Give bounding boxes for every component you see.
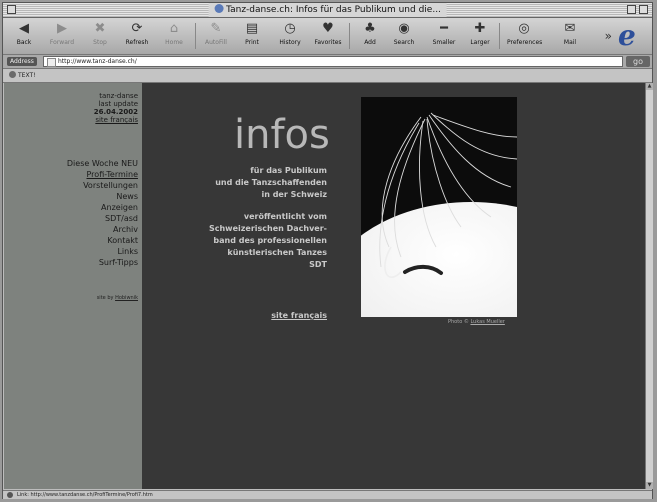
mail-button[interactable]: ✉ Mail [553, 21, 587, 51]
zoom-box[interactable] [627, 5, 636, 14]
subtitle: für das Publikum und die Tanzschaffenden… [215, 166, 327, 199]
chevron-right-icon[interactable]: » [605, 29, 612, 43]
back-arrow-icon: ◀ [19, 21, 29, 36]
address-bar: Address http://www.tanz-danse.ch/ go [3, 55, 652, 69]
preferences-button[interactable]: ◎ Preferences [507, 21, 542, 51]
refresh-icon: ⟳ [131, 21, 143, 36]
ie-logo-icon: e [618, 19, 636, 52]
vertical-scrollbar[interactable]: ▲ ▼ [645, 83, 653, 489]
page-title: infos [234, 112, 330, 158]
forward-button[interactable]: ▶ Forward [45, 21, 79, 51]
french-site-link[interactable]: site français [271, 311, 327, 320]
last-update-label: last update [98, 100, 138, 108]
history-icon: ◷ [284, 21, 296, 36]
nav-item-anzeigen[interactable]: Anzeigen [67, 202, 138, 213]
page-content: tanz-danse last update 26.04.2002 site f… [4, 83, 645, 489]
scroll-down-icon[interactable]: ▼ [646, 482, 653, 489]
nav-item-links[interactable]: Links [67, 246, 138, 257]
back-button[interactable]: ◀ Back [7, 21, 41, 51]
collapse-box[interactable] [639, 5, 648, 14]
nav-item-diese-woche-neu[interactable]: Diese Woche NEU [67, 158, 138, 169]
nav-item-news[interactable]: News [67, 191, 138, 202]
globe-icon [214, 4, 224, 13]
scroll-up-icon[interactable]: ▲ [646, 83, 653, 90]
add-button[interactable]: ♣ Add [353, 21, 387, 51]
last-update-date: 26.04.2002 [93, 108, 138, 116]
status-bar: Link: http://www.tanzdanse.ch/ProfiTermi… [3, 490, 652, 499]
dance-photo [361, 97, 517, 317]
title-bar[interactable]: Tanz-danse.ch: Infos für das Publikum un… [3, 3, 652, 18]
favorites-bar: TEXT! [3, 69, 652, 83]
photo-caption: Photo © Lukas Mueller [448, 319, 505, 325]
browser-window: Tanz-danse.ch: Infos für das Publikum un… [2, 2, 653, 499]
nav-item-surf-tipps[interactable]: Surf-Tipps [67, 257, 138, 268]
favorites-icon: ♥ [322, 21, 334, 36]
sidebar-nav: Diese Woche NEU Profi-Termine Vorstellun… [67, 158, 138, 268]
photo-credit-link[interactable]: Lukas Mueller [470, 319, 504, 325]
home-button[interactable]: ⌂ Home [157, 21, 191, 51]
photo-image [361, 97, 517, 317]
smaller-button[interactable]: ━ Smaller [427, 21, 461, 51]
smaller-icon: ━ [440, 21, 448, 36]
status-text: Link: http://www.tanzdanse.ch/ProfiTermi… [17, 492, 153, 498]
site-name: tanz-danse [99, 92, 138, 100]
status-globe-icon [7, 492, 13, 498]
nav-item-kontakt[interactable]: Kontakt [67, 235, 138, 246]
autofill-button[interactable]: ✎ AutoFill [199, 21, 233, 51]
page-icon [47, 58, 56, 67]
refresh-button[interactable]: ⟳ Refresh [120, 21, 154, 51]
sidebar: tanz-danse last update 26.04.2002 site f… [4, 83, 142, 489]
forward-arrow-icon: ▶ [57, 21, 67, 36]
site-meta: tanz-danse last update 26.04.2002 site f… [94, 92, 138, 124]
go-button[interactable]: go [626, 56, 650, 67]
address-input[interactable]: http://www.tanz-danse.ch/ [43, 56, 623, 67]
search-button[interactable]: ◉ Search [387, 21, 421, 51]
credit-link[interactable]: Hobiwnik [115, 295, 138, 301]
print-button[interactable]: ▤ Print [235, 21, 269, 51]
favorite-item[interactable]: TEXT! [9, 71, 36, 80]
nav-item-sdt-asd[interactable]: SDT/asd [67, 213, 138, 224]
stop-button[interactable]: ✖ Stop [83, 21, 117, 51]
toolbar-separator [349, 23, 350, 49]
lang-link[interactable]: site français [94, 116, 138, 124]
larger-icon: ✚ [474, 21, 486, 36]
autofill-icon: ✎ [210, 21, 222, 36]
add-icon: ♣ [364, 21, 376, 36]
preferences-icon: ◎ [518, 21, 530, 36]
address-label: Address [7, 57, 37, 66]
favorites-button[interactable]: ♥ Favorites [311, 21, 345, 51]
mail-icon: ✉ [564, 21, 576, 36]
nav-item-vorstellungen[interactable]: Vorstellungen [67, 180, 138, 191]
globe-icon [9, 71, 16, 78]
toolbar: ◀ Back ▶ Forward ✖ Stop ⟳ Refresh ⌂ Home… [3, 18, 652, 55]
nav-item-profi-termine[interactable]: Profi-Termine [67, 169, 139, 180]
close-box[interactable] [7, 5, 16, 14]
stop-icon: ✖ [94, 21, 106, 36]
search-icon: ◉ [398, 21, 410, 36]
publisher-info: veröffentlicht vom Schweizerischen Dachv… [208, 212, 327, 269]
nav-item-archiv[interactable]: Archiv [67, 224, 138, 235]
home-icon: ⌂ [169, 21, 179, 36]
toolbar-separator [499, 23, 500, 49]
print-icon: ▤ [245, 21, 259, 36]
larger-button[interactable]: ✚ Larger [463, 21, 497, 51]
history-button[interactable]: ◷ History [273, 21, 307, 51]
window-title: Tanz-danse.ch: Infos für das Publikum un… [208, 3, 447, 17]
toolbar-separator [195, 23, 196, 49]
site-credit: site by Hobiwnik [96, 295, 138, 301]
